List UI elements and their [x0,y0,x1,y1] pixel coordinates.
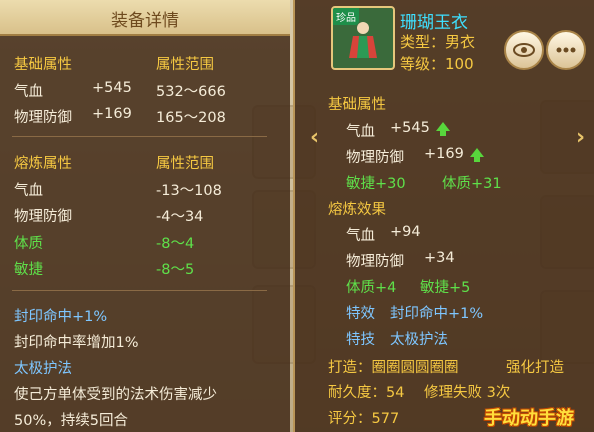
refine-attr-name: 物理防御 [14,209,72,225]
base-attributes-header: 基础属性 [14,57,72,73]
detail-title: 装备详情 [111,11,179,31]
refine-attributes-header: 熔炼属性 [14,156,72,172]
more-button[interactable] [546,30,586,70]
score: 评分：577 [328,411,400,427]
more-icon [556,47,576,53]
prev-arrow-icon[interactable]: ‹ [310,125,319,150]
refine-attr-name: 敏捷 [14,262,43,278]
refine-attr-name: 体质 [14,236,43,252]
forge-info: 打造：圈圈圆圆圈圈 [328,360,459,376]
divider [12,136,267,137]
forge-strengthen: 强化打造 [506,360,564,376]
skill-label: 特技 [346,332,375,348]
durability: 耐久度：54 [328,385,405,401]
up-arrow-icon [470,148,484,162]
rarity-badge: 珍品 [333,8,359,25]
refine-attr-name: 气血 [14,183,43,199]
item-refine-name: 气血 [346,228,375,244]
refine-attr-range: -13～108 [156,183,222,199]
refine-attr-range: -8～4 [156,236,195,252]
item-icon: 珍品 [331,6,395,70]
attr-value: +545 [92,80,132,96]
special-effect-desc: 封印命中率增加1% [14,335,139,351]
skill-desc: 使己方单体受到的法术伤害减少 [14,387,217,403]
item-type: 类型：男衣 [400,33,476,51]
detail-header: 装备详情 [0,0,290,36]
up-arrow-icon [436,122,450,136]
item-refine-value: +94 [390,224,421,240]
item-refine-value: +34 [424,250,455,266]
item-attr-value: +169 [424,146,464,162]
special-effect: 封印命中+1% [14,309,108,325]
attr-name: 气血 [14,84,43,100]
refine-attr-range: -8～5 [156,262,195,278]
item-attr-name: 物理防御 [346,150,404,166]
skill-desc: 50%，持续5回合 [14,413,128,429]
repair-fail: 修理失败 3次 [424,385,511,401]
skill-value: 太极护法 [390,332,448,348]
item-attr-value: +545 [390,120,430,136]
next-arrow-icon[interactable]: › [576,125,585,150]
robe-figure-icon [349,22,377,58]
effect-value: 封印命中+1% [390,306,484,322]
item-name: 珊瑚玉衣 [400,13,468,33]
effect-label: 特效 [346,306,375,322]
refine-attr-range: -4～34 [156,209,204,225]
item-level: 等级：100 [400,55,474,73]
attr-range: 165～208 [156,110,226,126]
equipment-detail-panel: 装备详情 基础属性 属性范围 气血 +545 532～666 物理防御 +169… [0,0,290,432]
item-refine-name: 物理防御 [346,254,404,270]
item-bonus: 敏捷+30 [346,176,406,192]
refine-range-header: 属性范围 [156,156,214,172]
item-bonus: 体质+31 [442,176,502,192]
attr-value: +169 [92,106,132,122]
divider [12,290,267,291]
item-refine-bonus: 敏捷+5 [420,280,471,296]
range-header: 属性范围 [156,57,214,73]
item-base-header: 基础属性 [328,97,386,113]
watermark-logo: 手动动手游 [484,408,574,429]
eye-icon [513,43,535,57]
skill-name: 太极护法 [14,361,72,377]
item-refine-header: 熔炼效果 [328,202,386,218]
attr-name: 物理防御 [14,110,72,126]
attr-range: 532～666 [156,84,226,100]
item-attr-name: 气血 [346,124,375,140]
view-button[interactable] [504,30,544,70]
item-refine-bonus: 体质+4 [346,280,397,296]
